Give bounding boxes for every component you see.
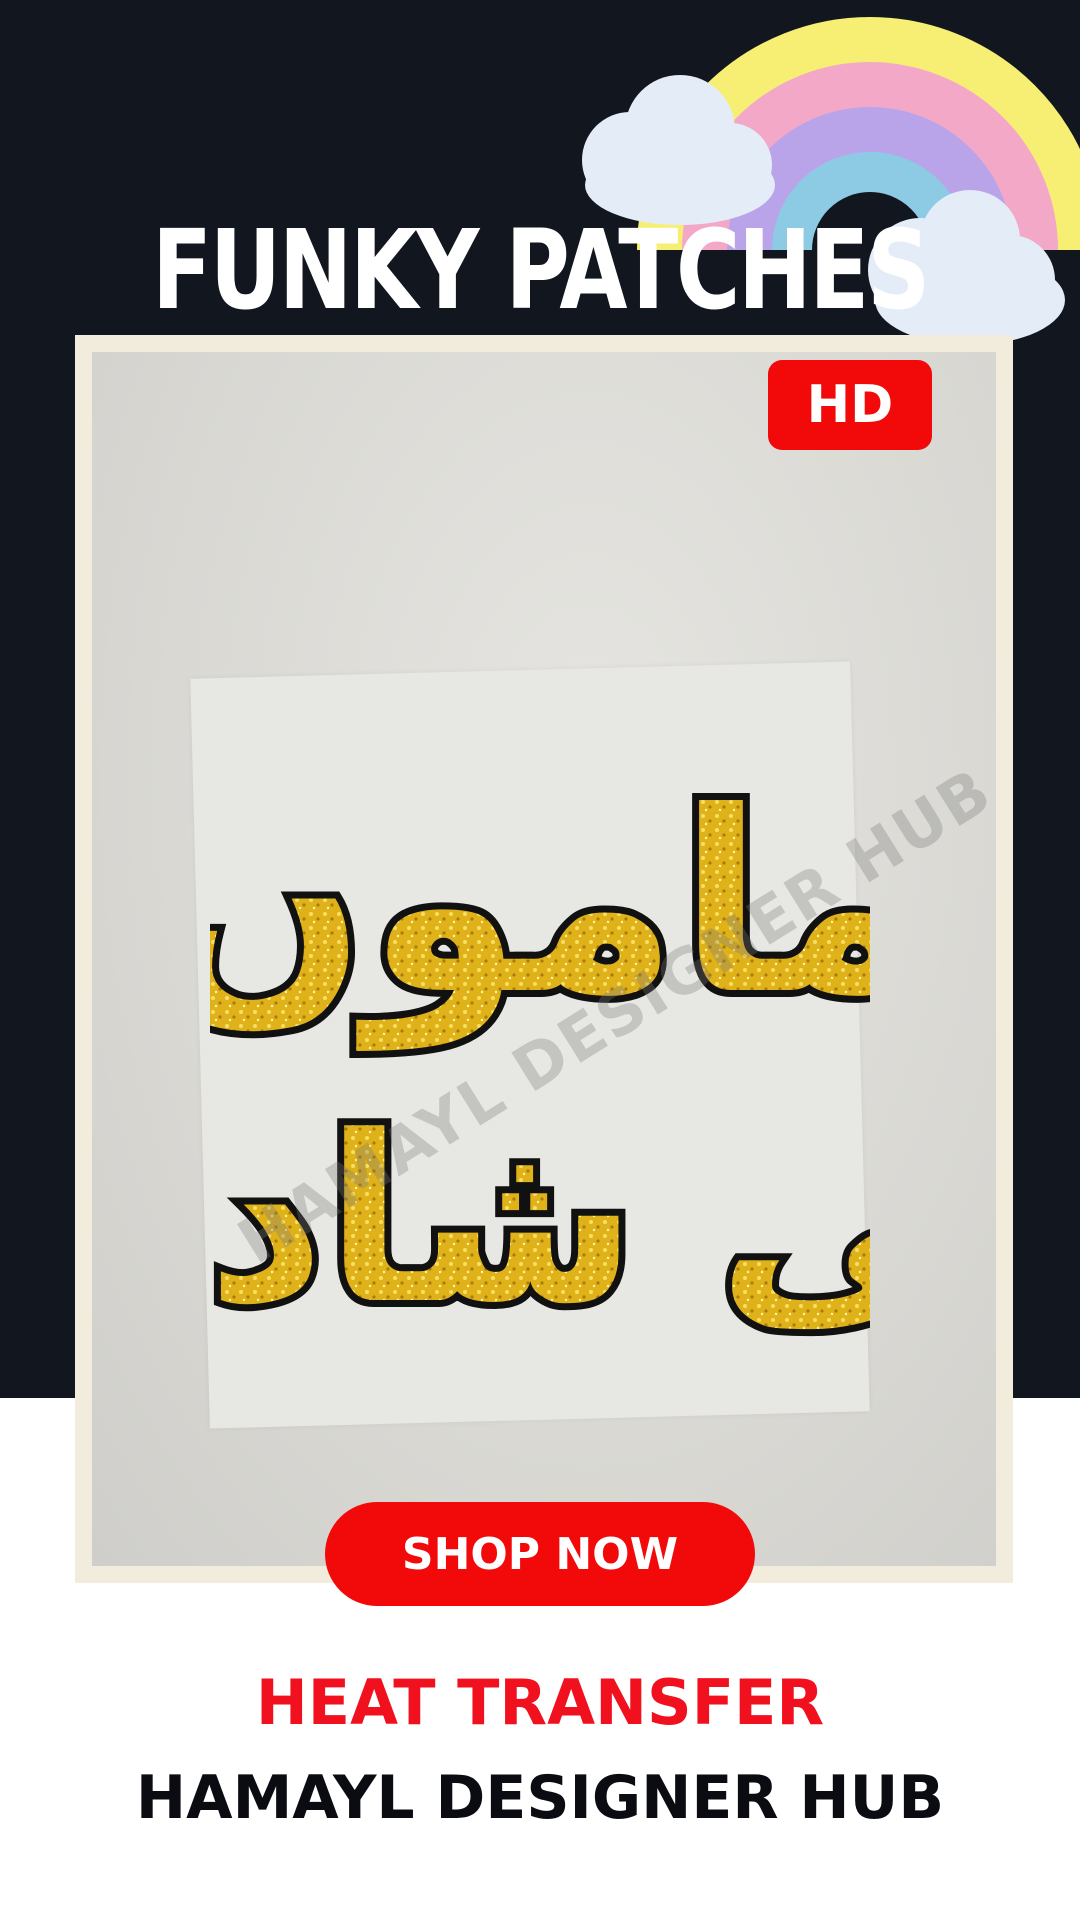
headline-title: FUNKY PATCHES: [151, 206, 930, 334]
product-category-title: HEAT TRANSFER: [255, 1666, 825, 1739]
brand-name: HAMAYL DESIGNER HUB: [135, 1763, 945, 1833]
shop-now-button[interactable]: SHOP NOW: [325, 1502, 755, 1606]
hd-badge: HD: [768, 360, 932, 450]
